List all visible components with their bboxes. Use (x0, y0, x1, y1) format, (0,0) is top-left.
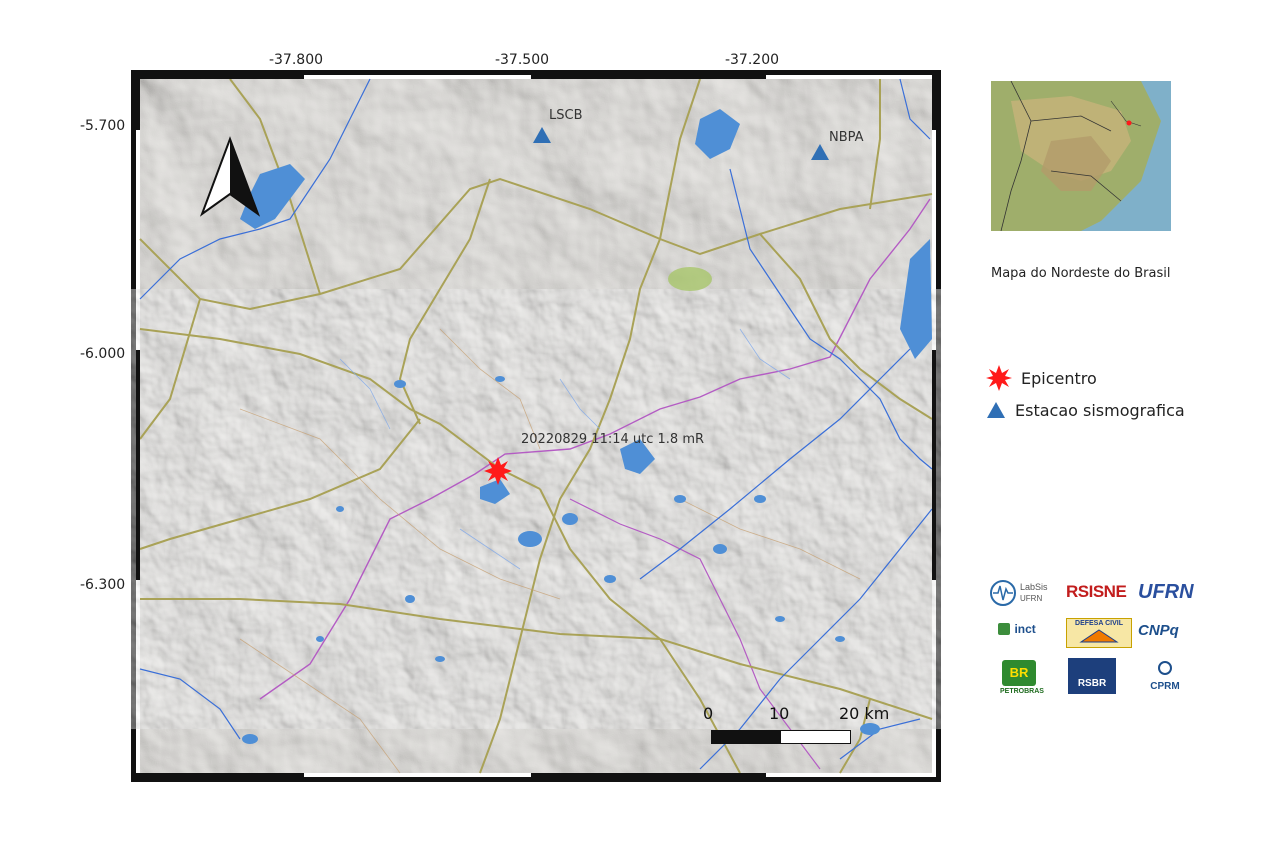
station-triangle-icon (533, 127, 551, 143)
logo-labsis: LabSis UFRN (990, 580, 1062, 608)
station-triangle-icon (987, 402, 1005, 418)
scale-label: 10 (769, 704, 790, 723)
logo-ufrn: UFRN (1138, 581, 1194, 603)
seismograph-logo-icon (990, 580, 1016, 606)
defesa-civil-emblem-icon (1079, 629, 1119, 643)
logo-defesa-civil: DEFESA CIVIL (1066, 618, 1132, 648)
lat-tick-label: -6.300 (80, 577, 126, 593)
station-lscb[interactable] (531, 125, 553, 149)
scale-label: 20 km (839, 704, 890, 723)
logo-inct: inct (998, 620, 1048, 638)
inset-caption: Mapa do Nordeste do Brasil (991, 266, 1171, 281)
legend-label: Epicentro (1021, 368, 1097, 388)
scale-bar (711, 730, 851, 744)
map-canvas[interactable] (120, 70, 960, 782)
lon-tick-label: -37.500 (494, 52, 550, 68)
station-label: LSCB (549, 108, 583, 123)
logo-rsisne: RSISNE (1066, 582, 1127, 601)
lat-tick-label: -6.000 (80, 346, 126, 362)
cprm-emblem-icon (1158, 661, 1172, 675)
epicenter-star-icon (484, 457, 512, 485)
logo-petrobras: PETROBRAS (1000, 688, 1044, 695)
station-triangle-icon (811, 144, 829, 160)
legend-epicenter: Epicentro (985, 364, 1097, 392)
epicenter-marker[interactable] (483, 456, 513, 490)
logo-br: BR (1002, 660, 1036, 686)
legend-station: Estacao sismografica (985, 400, 1185, 420)
inct-logo-icon (998, 622, 1010, 635)
station-label: NBPA (829, 130, 864, 145)
logo-rsbr: RSBR (1068, 658, 1116, 694)
station-nbpa[interactable] (809, 142, 831, 166)
lon-tick-label: -37.200 (724, 52, 780, 68)
scale-label: 0 (703, 704, 714, 723)
inset-map[interactable] (991, 80, 1171, 232)
lon-tick-label: -37.800 (268, 52, 324, 68)
logos-panel: LabSis UFRN RSISNE UFRN inct DEFESA CIVI… (988, 578, 1208, 703)
legend-label: Estacao sismografica (1015, 400, 1185, 420)
map-frame[interactable]: LSCB NBPA 20220829 11:14 utc 1.8 mR 0 10… (120, 70, 960, 782)
logo-cprm: CPRM (1140, 660, 1190, 692)
event-label: 20220829 11:14 utc 1.8 mR (521, 432, 705, 447)
epicenter-star-icon (986, 365, 1012, 391)
inset-map-canvas (991, 80, 1171, 232)
vegetation-patch (668, 267, 712, 291)
logo-cnpq: CNPq (1138, 622, 1179, 639)
lat-tick-label: -5.700 (80, 118, 126, 134)
